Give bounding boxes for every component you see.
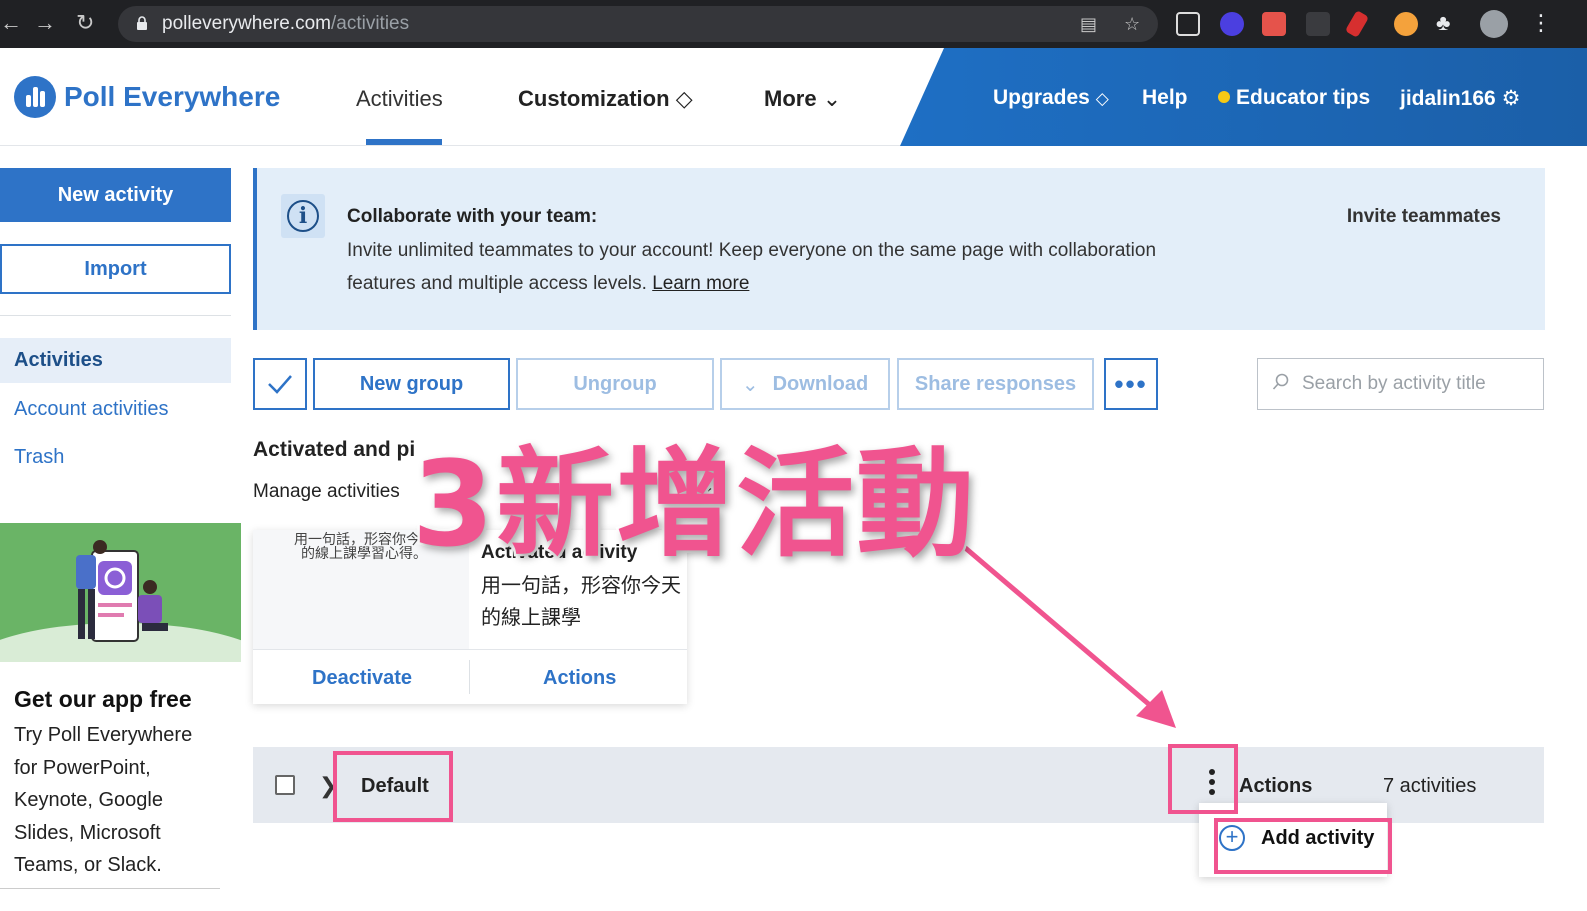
logo-text: Poll Everywhere — [64, 81, 281, 112]
forward-icon[interactable]: → — [34, 10, 56, 36]
puzzle-icon[interactable]: ♣ — [1436, 10, 1450, 36]
translate-icon[interactable]: ▤ — [1080, 14, 1100, 34]
gear-icon: ⚙ — [1501, 87, 1521, 110]
highlight-box-kebab — [1168, 744, 1238, 814]
upgrades-link[interactable]: Upgrades ◇ — [993, 86, 1109, 110]
sidebar-item-account-activities[interactable]: Account activities — [14, 398, 169, 421]
card-footer: Deactivate Actions — [253, 649, 687, 704]
section-title: Activated and pi — [253, 438, 416, 461]
diamond-icon: ◇ — [675, 86, 693, 111]
group-checkbox[interactable] — [275, 775, 295, 795]
highlight-box-default — [333, 751, 453, 822]
collaborate-banner: i Collaborate with your team: Invite unl… — [253, 168, 1545, 330]
share-responses-button[interactable]: Share responses — [897, 358, 1094, 410]
info-icon-box: i — [281, 194, 325, 238]
info-icon: i — [287, 200, 319, 232]
import-button[interactable]: Import — [0, 244, 231, 294]
chevron-down-icon: ⌄ — [822, 86, 842, 111]
more-options-button[interactable]: ••• — [1104, 358, 1158, 410]
tutorial-arrow-icon — [954, 538, 1176, 728]
checkmark-icon — [268, 375, 292, 394]
search-icon — [1272, 373, 1289, 390]
url-text: polleverywhere.com/activities — [162, 13, 410, 34]
logo[interactable]: Poll Everywhere — [14, 76, 280, 118]
group-activity-count: 7 activities — [1383, 775, 1477, 797]
more-dots-icon: ••• — [1114, 368, 1148, 399]
yellow-dot-icon — [1218, 91, 1230, 103]
ungroup-button[interactable]: Ungroup — [516, 358, 714, 410]
educator-tips-link[interactable]: Educator tips — [1218, 86, 1370, 110]
header-accent-band: Upgrades ◇ Help Educator tips jidalin166… — [900, 48, 1587, 146]
logo-icon — [14, 76, 56, 118]
card-footer-divider — [469, 660, 470, 694]
group-actions-button[interactable]: Actions — [1239, 775, 1312, 798]
promo-title: Get our app free — [14, 686, 192, 712]
search-placeholder: Search by activity title — [1302, 373, 1486, 394]
bookmark-star-icon[interactable]: ☆ — [1124, 14, 1144, 34]
extension-icon[interactable] — [1394, 12, 1418, 36]
promo-body: Try Poll Everywhere for PowerPoint, Keyn… — [14, 724, 193, 876]
search-input[interactable]: Search by activity title — [1257, 358, 1544, 410]
diamond-icon: ◇ — [1095, 89, 1109, 108]
avatar[interactable] — [1480, 10, 1508, 38]
new-group-button[interactable]: New group — [313, 358, 510, 410]
extension-icon[interactable] — [1176, 12, 1200, 36]
deactivate-button[interactable]: Deactivate — [312, 667, 412, 690]
extension-icon[interactable] — [1306, 12, 1330, 36]
download-button[interactable]: ⌄ Download — [720, 358, 890, 410]
nav-more[interactable]: More ⌄ — [764, 86, 841, 112]
new-activity-button[interactable]: New activity — [0, 168, 231, 222]
activity-title: 用一句話，形容你今天的線上課學 — [481, 575, 681, 629]
banner-body: Invite unlimited teammates to your accou… — [347, 240, 1157, 294]
promo-illustration — [0, 523, 241, 662]
chevron-down-icon: ⌄ — [741, 373, 759, 396]
address-bar[interactable]: polleverywhere.com/activities ▤ ☆ — [118, 6, 1158, 42]
extension-icon[interactable] — [1262, 12, 1286, 36]
section-subtitle: Manage activities — [253, 481, 400, 502]
app-header: Poll Everywhere Activities Customization… — [0, 48, 1587, 146]
user-menu[interactable]: jidalin166 ⚙ — [1400, 86, 1520, 111]
tutorial-step-caption: 3新增活動 — [409, 433, 977, 576]
banner-title: Collaborate with your team: — [347, 206, 598, 227]
browser-toolbar: ← → ↻ polleverywhere.com/activities ▤ ☆ … — [0, 0, 1587, 48]
promo-divider — [0, 888, 220, 889]
card-actions-button[interactable]: Actions — [543, 667, 616, 690]
learn-more-link[interactable]: Learn more — [652, 273, 749, 294]
nav-customization[interactable]: Customization ◇ — [518, 86, 693, 112]
extension-icon[interactable] — [1344, 10, 1370, 38]
select-all-button[interactable] — [253, 358, 307, 410]
sidebar-item-activities[interactable]: Activities — [14, 349, 103, 372]
invite-teammates-link[interactable]: Invite teammates — [1347, 206, 1501, 228]
extension-icon[interactable] — [1220, 12, 1244, 36]
active-tab-indicator — [366, 139, 442, 145]
reload-icon[interactable]: ↻ — [76, 10, 94, 36]
lock-icon — [137, 16, 147, 30]
back-icon[interactable]: ← — [0, 10, 22, 36]
sidebar-item-trash[interactable]: Trash — [14, 446, 64, 469]
sidebar-divider — [0, 315, 231, 316]
nav-activities[interactable]: Activities — [356, 86, 443, 112]
help-link[interactable]: Help — [1142, 86, 1188, 110]
highlight-box-add-activity — [1214, 818, 1392, 874]
menu-icon[interactable]: ⋮ — [1530, 10, 1552, 36]
